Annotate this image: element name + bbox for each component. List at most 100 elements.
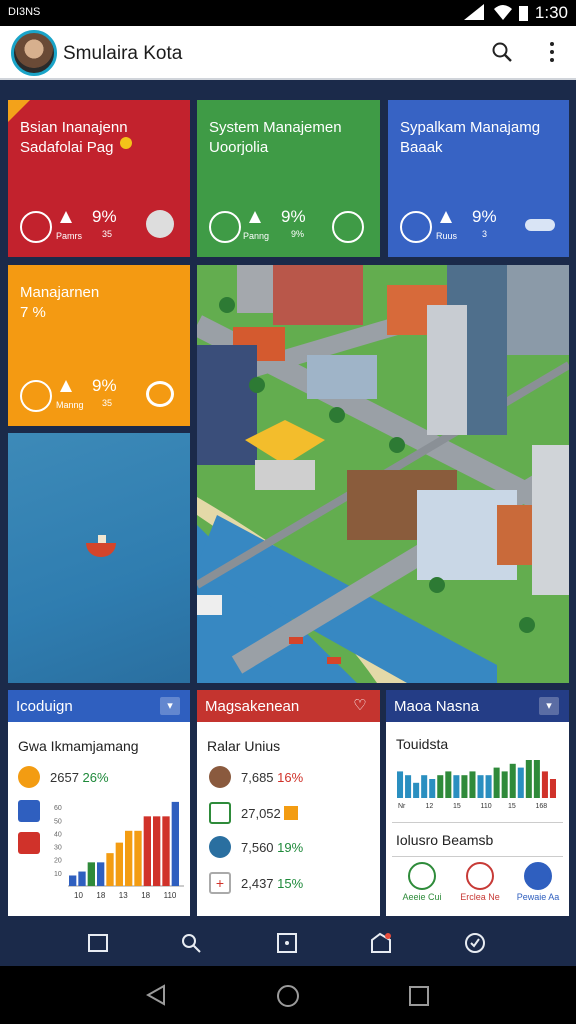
tile-small-label: Pamrs — [56, 231, 83, 241]
search-icon[interactable] — [180, 932, 202, 954]
y-tick-label: 40 — [54, 831, 62, 838]
bar — [437, 775, 444, 798]
app-title: Smulaira Kota — [63, 43, 183, 64]
tile-bsian[interactable]: Bsian Inanajenn Sadafolai Pag Pamrs 9% 3… — [8, 100, 190, 257]
y-tick-label: 60 — [54, 805, 62, 812]
action-button[interactable]: Aeeie Cui — [396, 862, 448, 910]
tile-small-value: 9% — [291, 229, 305, 239]
lock-icon — [20, 380, 52, 412]
warning-icon — [60, 380, 72, 392]
grid-icon — [18, 832, 40, 854]
bar — [405, 775, 412, 798]
chart-economy: 10 20 30 40 50 60 10 18 13 18 110 — [54, 801, 184, 900]
bar — [87, 862, 95, 886]
clock: 1:30 — [534, 3, 568, 22]
panel-header: Icoduign ▾ — [8, 690, 190, 722]
panel-subtitle: Gwa Ikmamjamang — [18, 738, 139, 754]
bar — [501, 771, 508, 798]
square-icon[interactable] — [87, 932, 109, 954]
stat-value: 2657 26% — [50, 770, 109, 785]
tile-manajarnen[interactable]: Manajarnen 7 % Manng 9% 35 — [8, 265, 190, 426]
tile-small-label: Manng — [56, 400, 84, 410]
action-icon — [408, 862, 436, 890]
row-value: 27,052 — [241, 806, 299, 821]
bar — [115, 842, 123, 886]
city-view[interactable] — [197, 265, 569, 683]
sun-icon — [18, 766, 40, 788]
bar — [397, 771, 404, 798]
x-tick-label: 12 — [426, 803, 434, 810]
tile-small-value: 35 — [102, 398, 113, 408]
more-vert-icon[interactable] — [540, 40, 564, 64]
coin-icon — [120, 137, 132, 149]
clock-icon — [332, 211, 364, 243]
status-bar: DI3NS 1:30 — [0, 0, 576, 26]
heart-icon[interactable]: ♡ — [350, 697, 370, 715]
y-tick-label: 20 — [54, 858, 62, 865]
action-button[interactable]: Erclea Ne — [454, 862, 506, 910]
home-icon[interactable] — [276, 984, 300, 1008]
x-tick-label: Nr — [398, 803, 406, 810]
bar — [525, 760, 532, 798]
tile-title: Sypalkam Manajamg Baaak — [400, 119, 541, 156]
bar — [153, 816, 161, 886]
bar — [445, 771, 452, 798]
x-tick-label: 10 — [74, 891, 83, 900]
pie-icon — [146, 210, 174, 238]
recents-icon[interactable] — [408, 985, 430, 1007]
bar — [78, 871, 86, 886]
panel-title: Icoduign — [16, 698, 73, 715]
x-tick-label: 13 — [119, 891, 128, 900]
avatar — [209, 766, 231, 788]
home-icon — [209, 211, 241, 243]
action-button[interactable]: Pewaie Aa — [512, 862, 564, 910]
row-value: 7,685 16% — [241, 770, 304, 785]
bar — [533, 760, 540, 798]
bar — [97, 862, 105, 886]
avatar[interactable] — [11, 30, 57, 76]
boat — [86, 535, 116, 557]
sea-view[interactable] — [8, 433, 190, 683]
x-tick-label: 18 — [96, 891, 105, 900]
bar — [493, 767, 500, 798]
x-tick-label: 110 — [481, 803, 492, 810]
bar — [143, 816, 151, 886]
check-circle-icon[interactable] — [464, 932, 486, 954]
bar — [485, 775, 492, 798]
bar — [125, 830, 133, 886]
search-icon[interactable] — [490, 40, 514, 64]
square-dot-icon[interactable] — [276, 932, 298, 954]
city-map — [197, 265, 569, 683]
bar — [69, 875, 77, 886]
tile-sypalkam[interactable]: Sypalkam Manajamg Baaak Ruus 9% 3 — [388, 100, 569, 257]
y-tick-label: 30 — [54, 845, 62, 852]
back-icon[interactable] — [146, 984, 166, 1006]
tile-small-label: Panng — [243, 231, 270, 241]
tile-percent: 9% — [472, 207, 497, 226]
collapse-icon[interactable]: ▾ — [539, 697, 559, 715]
row-value: 7,560 19% — [241, 840, 304, 855]
x-tick-label: 15 — [453, 803, 461, 810]
row-value: 2,437 15% — [241, 876, 304, 891]
settings-icon — [146, 381, 174, 407]
x-tick-label: 15 — [508, 803, 516, 810]
bar — [429, 779, 436, 798]
action-icon — [466, 862, 494, 890]
tile-title: Bsian Inanajenn Sadafolai Pag — [20, 119, 128, 156]
tile-percent: 9% — [92, 376, 117, 395]
bar — [469, 771, 476, 798]
bar — [421, 775, 428, 798]
panel-title: Magsakenean — [205, 698, 300, 715]
warning-icon — [60, 211, 72, 223]
tile-small-value: 35 — [102, 229, 113, 239]
bar — [453, 775, 460, 798]
bar — [461, 775, 468, 798]
carrier-label: DI3NS — [8, 6, 41, 18]
wifi-icon — [494, 5, 512, 20]
edit-tag-icon[interactable] — [370, 932, 392, 954]
collapse-icon[interactable]: ▾ — [160, 697, 180, 715]
tile-system[interactable]: System Manajemen Uoorjolia Panng 9% 9% — [197, 100, 380, 257]
bar — [509, 763, 516, 798]
bar — [413, 782, 420, 798]
chart-touidsta: Nr 12 15 110 15 168 — [397, 760, 556, 810]
